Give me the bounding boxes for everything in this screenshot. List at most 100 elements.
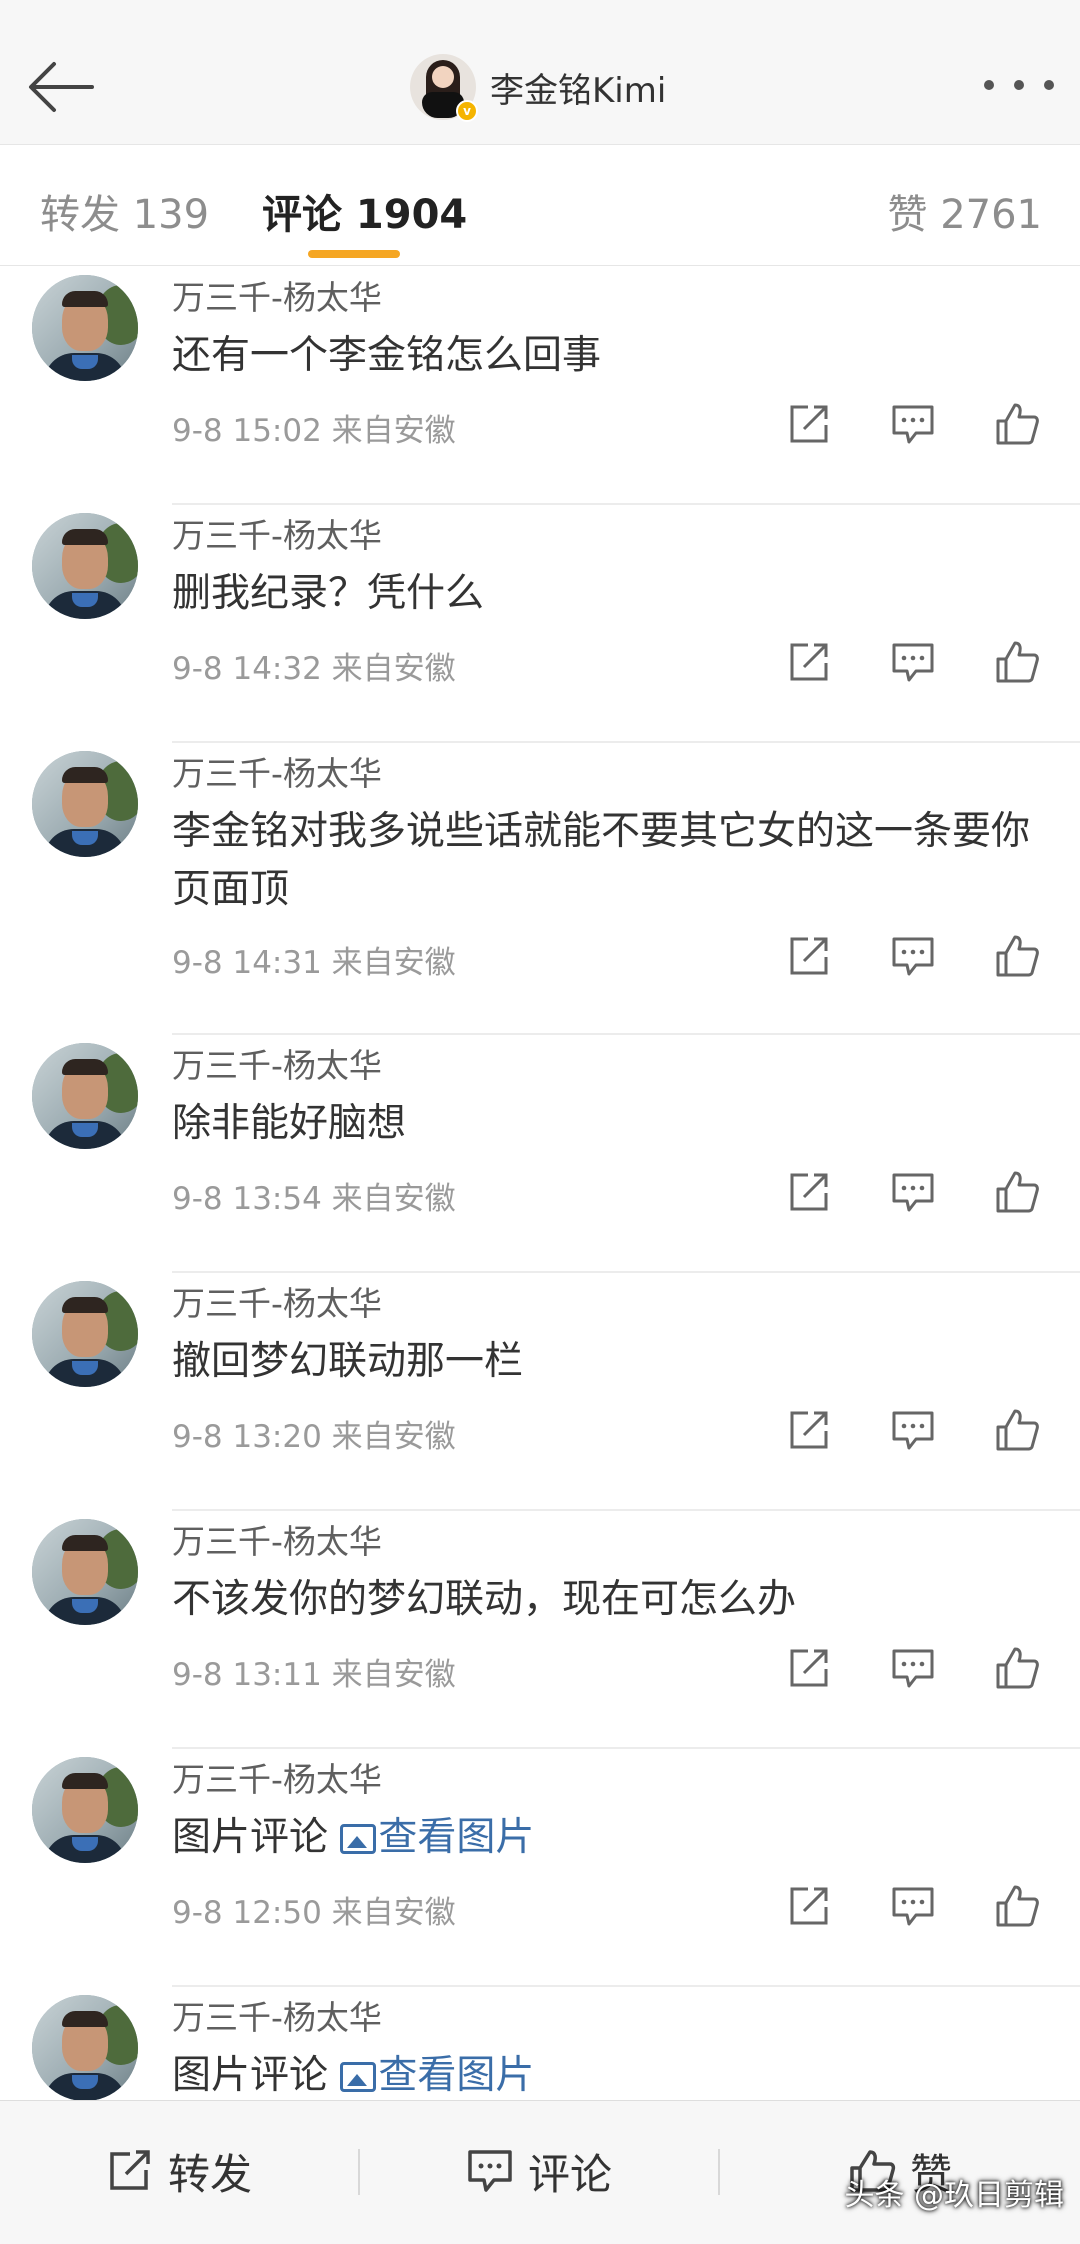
comment-body: 图片评论 — [172, 2053, 329, 2098]
comment-icon — [468, 2150, 512, 2192]
more-dots-icon[interactable] — [984, 70, 1054, 100]
top-header: v 李金铭Kimi — [0, 0, 1080, 145]
repost-label: 转发 — [168, 2149, 253, 2199]
comment-text: 李金铭对我多说些话就能不要其它女的这一条要你页面顶 — [172, 803, 1052, 919]
comment-text: 撤回梦幻联动那一栏 — [172, 1333, 1052, 1391]
comment-item[interactable]: 万三千-杨太华 图片评论 查看图片 9-8 12:50 来自安徽 — [0, 1749, 1080, 1987]
user-avatar[interactable] — [32, 1519, 138, 1625]
tab-likes[interactable]: 赞 2761 — [887, 182, 1042, 240]
tab-comments[interactable]: 评论 1904 — [262, 182, 467, 240]
comment-text: 删我纪录？凭什么 — [172, 565, 1052, 623]
user-avatar[interactable] — [32, 751, 138, 857]
comment-actions — [786, 639, 1046, 689]
repost-button[interactable]: 转发 — [106, 2135, 252, 2207]
divider — [718, 2149, 720, 2195]
comment-username[interactable]: 万三千-杨太华 — [172, 271, 382, 319]
repost-icon[interactable] — [786, 1883, 832, 1929]
repost-icon[interactable] — [786, 1169, 832, 1215]
comment-meta: 9-8 13:11 来自安徽 — [172, 1657, 456, 1693]
comment-text: 图片评论 查看图片 — [172, 1809, 1052, 1867]
like-icon[interactable] — [994, 1407, 1040, 1453]
comment-text: 图片评论 查看图片 — [172, 2047, 1052, 2105]
comment-body: 除非能好脑想 — [172, 1101, 407, 1146]
comment-actions — [786, 1169, 1046, 1219]
view-image-label: 查看图片 — [378, 1815, 535, 1860]
like-icon[interactable] — [994, 1883, 1040, 1929]
view-image-link[interactable]: 查看图片 — [328, 1815, 534, 1860]
comment-username[interactable]: 万三千-杨太华 — [172, 509, 382, 557]
divider — [358, 2149, 360, 2195]
comment-icon[interactable] — [890, 1883, 936, 1929]
comment-icon[interactable] — [890, 639, 936, 685]
tab-bar: 转发 139 评论 1904 赞 2761 — [0, 146, 1080, 266]
comment-icon[interactable] — [890, 401, 936, 447]
comment-icon[interactable] — [890, 1407, 936, 1453]
author-name[interactable]: 李金铭Kimi — [490, 63, 666, 112]
post-author[interactable]: v 李金铭Kimi — [410, 52, 666, 122]
comment-body: 删我纪录？凭什么 — [172, 571, 485, 616]
comment-item[interactable]: 万三千-杨太华撤回梦幻联动那一栏 9-8 13:20 来自安徽 — [0, 1273, 1080, 1511]
image-icon — [340, 2062, 377, 2092]
repost-icon — [110, 2150, 150, 2190]
like-icon[interactable] — [994, 933, 1040, 979]
back-arrow-icon[interactable] — [24, 50, 98, 124]
comment-body: 撤回梦幻联动那一栏 — [172, 1339, 524, 1384]
comment-username[interactable]: 万三千-杨太华 — [172, 1991, 382, 2039]
comment-meta: 9-8 14:31 来自安徽 — [172, 945, 456, 981]
comment-label: 评论 — [528, 2149, 613, 2199]
repost-icon[interactable] — [786, 401, 832, 447]
comment-item[interactable]: 万三千-杨太华李金铭对我多说些话就能不要其它女的这一条要你页面顶 9-8 14:3… — [0, 743, 1080, 1035]
like-icon[interactable] — [994, 401, 1040, 447]
comment-text: 还有一个李金铭怎么回事 — [172, 327, 1052, 385]
tab-reposts[interactable]: 转发 139 — [40, 182, 209, 240]
comment-meta: 9-8 14:32 来自安徽 — [172, 651, 456, 687]
repost-icon[interactable] — [786, 639, 832, 685]
comment-meta: 9-8 13:54 来自安徽 — [172, 1181, 456, 1217]
comment-item[interactable]: 万三千-杨太华还有一个李金铭怎么回事 9-8 15:02 来自安徽 — [0, 267, 1080, 505]
comment-item[interactable]: 万三千-杨太华删我纪录？凭什么 9-8 14:32 来自安徽 — [0, 505, 1080, 743]
comment-body: 李金铭对我多说些话就能不要其它女的这一条要你页面顶 — [172, 809, 1031, 912]
repost-icon[interactable] — [786, 1407, 832, 1453]
comment-item[interactable]: 万三千-杨太华 除非能好脑想 9-8 13:54 来自安徽 — [0, 1035, 1080, 1273]
repost-icon[interactable] — [786, 933, 832, 979]
comment-body: 不该发你的梦幻联动，现在可怎么办 — [172, 1577, 797, 1622]
user-avatar[interactable] — [32, 1995, 138, 2101]
comment-actions — [786, 1645, 1046, 1695]
comment-text: 不该发你的梦幻联动，现在可怎么办 — [172, 1571, 1052, 1629]
view-image-label: 查看图片 — [378, 2053, 535, 2098]
user-avatar[interactable] — [32, 1281, 138, 1387]
comment-actions — [786, 1407, 1046, 1457]
comment-body: 图片评论 — [172, 1815, 329, 1860]
like-icon[interactable] — [994, 1645, 1040, 1691]
comment-username[interactable]: 万三千-杨太华 — [172, 1277, 382, 1325]
repost-icon[interactable] — [786, 1645, 832, 1691]
comment-icon[interactable] — [890, 1169, 936, 1215]
image-icon — [340, 1824, 377, 1854]
user-avatar[interactable] — [32, 1757, 138, 1863]
view-image-link[interactable]: 查看图片 — [328, 2053, 534, 2098]
comment-meta: 9-8 12:50 来自安徽 — [172, 1895, 456, 1931]
like-icon[interactable] — [994, 639, 1040, 685]
comment-icon[interactable] — [890, 1645, 936, 1691]
user-avatar[interactable] — [32, 513, 138, 619]
comment-body: 还有一个李金铭怎么回事 — [172, 333, 602, 378]
comment-username[interactable]: 万三千-杨太华 — [172, 1039, 382, 1087]
comment-meta: 9-8 15:02 来自安徽 — [172, 413, 456, 449]
comment-actions — [786, 1883, 1046, 1933]
comment-username[interactable]: 万三千-杨太华 — [172, 747, 382, 795]
comment-username[interactable]: 万三千-杨太华 — [172, 1515, 382, 1563]
user-avatar[interactable] — [32, 275, 138, 381]
user-avatar[interactable] — [32, 1043, 138, 1149]
comment-actions — [786, 401, 1046, 451]
comment-meta: 9-8 13:20 来自安徽 — [172, 1419, 456, 1455]
verified-badge-icon: v — [456, 100, 478, 122]
active-tab-indicator — [308, 250, 400, 258]
like-icon[interactable] — [994, 1169, 1040, 1215]
comment-icon[interactable] — [890, 933, 936, 979]
comment-item[interactable]: 万三千-杨太华不该发你的梦幻联动，现在可怎么办 9-8 13:11 来自安徽 — [0, 1511, 1080, 1749]
comment-list: 万三千-杨太华 还有一个李金铭怎么回事 9-8 15:02 来自安徽 万三千-杨太华删… — [0, 267, 1080, 2187]
author-avatar[interactable]: v — [410, 54, 478, 122]
comment-button[interactable]: 评论 — [466, 2135, 612, 2207]
comment-actions — [786, 933, 1046, 983]
comment-username[interactable]: 万三千-杨太华 — [172, 1753, 382, 1801]
